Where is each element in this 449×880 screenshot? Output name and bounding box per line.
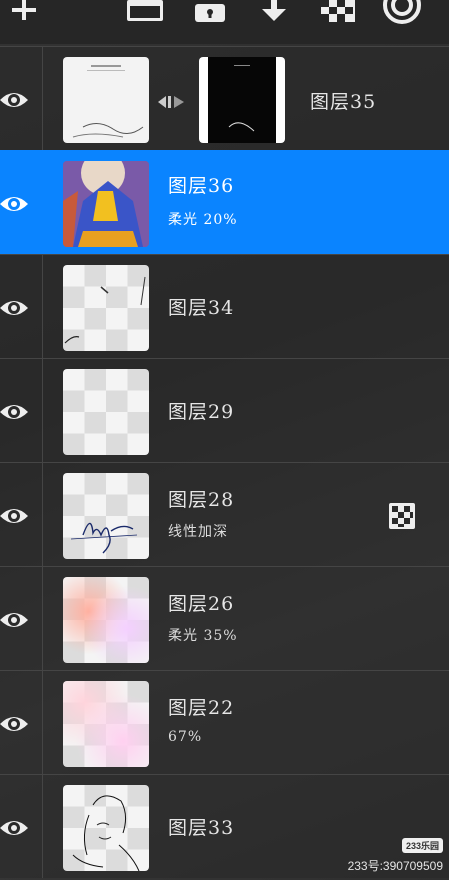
eye-icon[interactable] xyxy=(0,713,28,735)
layer-row-22[interactable]: 图层22 67% xyxy=(0,670,449,774)
layer-thumbnail[interactable] xyxy=(63,785,149,871)
layer-fill-icon[interactable] xyxy=(127,0,163,30)
eye-icon[interactable] xyxy=(0,817,28,839)
link-arrows-icon xyxy=(158,93,184,112)
layer-name: 图层26 xyxy=(168,593,235,615)
layer-name: 图层33 xyxy=(168,817,235,839)
layer-name: 图层22 xyxy=(168,697,235,719)
row-divider xyxy=(42,463,43,566)
blend-mode-label: 线性加深 xyxy=(168,524,228,540)
row-divider xyxy=(42,775,43,878)
checkerboard-icon[interactable] xyxy=(321,0,355,30)
layer-name: 图层28 xyxy=(168,489,235,511)
mask-thumbnail[interactable] xyxy=(199,57,285,143)
layer-thumbnail[interactable] xyxy=(63,473,149,559)
layer-toolbar xyxy=(0,0,449,44)
layer-thumbnail[interactable] xyxy=(63,681,149,767)
eye-icon[interactable] xyxy=(0,193,28,215)
row-divider xyxy=(42,255,43,358)
layer-thumbnail[interactable] xyxy=(63,577,149,663)
layer-row-35[interactable]: 图层35 xyxy=(0,46,449,150)
blend-mode-label: 柔光 20% xyxy=(168,212,238,228)
row-divider xyxy=(42,359,43,462)
row-divider xyxy=(42,47,43,150)
spiral-icon[interactable] xyxy=(383,0,421,30)
watermark-badge: 233乐园 xyxy=(401,838,443,853)
layer-thumbnail[interactable] xyxy=(63,57,149,143)
blend-mode-label: 柔光 35% xyxy=(168,628,238,644)
layer-thumbnail[interactable] xyxy=(63,161,149,247)
eye-icon[interactable] xyxy=(0,505,28,527)
layer-thumbnail[interactable] xyxy=(63,369,149,455)
row-divider xyxy=(42,151,43,254)
layer-thumbnail[interactable] xyxy=(63,265,149,351)
opacity-label: 67% xyxy=(168,729,203,745)
layer-name: 图层29 xyxy=(168,401,235,423)
watermark: 233乐园 233号:390709509 xyxy=(348,838,443,874)
checkerboard-icon[interactable] xyxy=(389,503,415,533)
eye-icon[interactable] xyxy=(0,401,28,423)
layer-row-34[interactable]: 图层34 xyxy=(0,254,449,358)
layer-row-29[interactable]: 图层29 xyxy=(0,358,449,462)
watermark-text: 233号:390709509 xyxy=(347,859,443,873)
row-divider xyxy=(42,567,43,670)
eye-icon[interactable] xyxy=(0,609,28,631)
eye-icon[interactable] xyxy=(0,89,28,111)
layer-row-36[interactable]: 图层36 柔光 20% xyxy=(0,150,449,254)
layer-name: 图层34 xyxy=(168,297,235,319)
layer-row-26[interactable]: 图层26 柔光 35% xyxy=(0,566,449,670)
layer-name: 图层35 xyxy=(310,91,377,113)
merge-down-icon[interactable] xyxy=(259,0,289,30)
lock-icon[interactable] xyxy=(193,0,227,30)
plus-icon[interactable] xyxy=(8,0,40,30)
row-divider xyxy=(42,671,43,774)
eye-icon[interactable] xyxy=(0,297,28,319)
layer-name: 图层36 xyxy=(168,175,235,197)
layer-row-28[interactable]: 图层28 线性加深 xyxy=(0,462,449,566)
